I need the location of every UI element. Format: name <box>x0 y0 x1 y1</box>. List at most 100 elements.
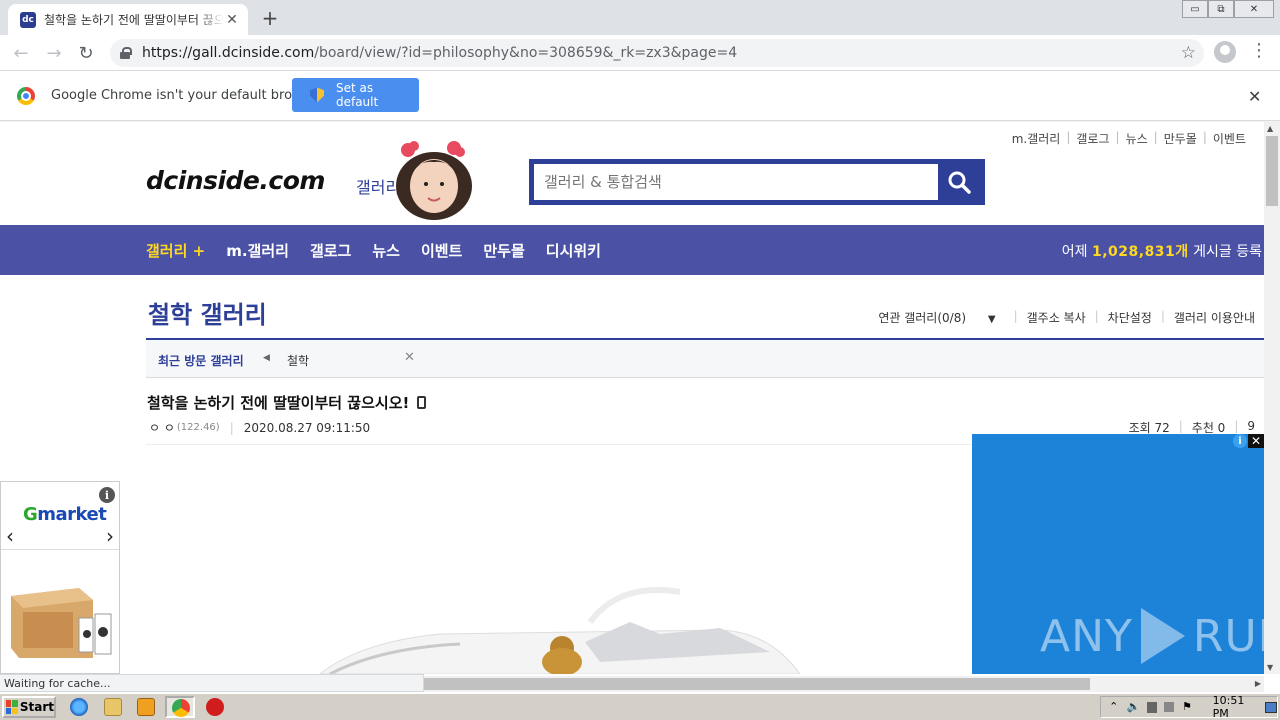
reload-button[interactable]: ↻ <box>73 40 99 66</box>
start-label: Start <box>19 700 54 714</box>
gnb-news[interactable]: 뉴스 <box>372 240 400 261</box>
scroll-down-icon[interactable]: ▼ <box>1267 663 1273 672</box>
block-settings[interactable]: 차단설정 <box>1099 309 1161 326</box>
set-as-default-button[interactable]: Set as default <box>292 78 419 112</box>
scroll-right-icon[interactable]: ▶ <box>1255 679 1261 688</box>
chrome-taskbar-icon <box>172 699 190 717</box>
post-title: 철학을 논하기 전에 딸딸이부터 끊으시오! <box>147 392 427 413</box>
file-explorer-icon[interactable] <box>104 698 122 716</box>
volume-icon[interactable]: 🔈 <box>1127 701 1141 713</box>
search-icon <box>948 171 971 194</box>
system-tray: ⌃ 🔈 ⚑ 10:51 PM <box>1100 694 1278 720</box>
network-icon[interactable] <box>1147 701 1158 713</box>
search-button[interactable] <box>938 164 980 200</box>
lock-icon[interactable] <box>120 47 132 59</box>
vertical-scroll-thumb[interactable] <box>1266 136 1278 206</box>
minimize-button[interactable]: ▭ <box>1182 0 1208 18</box>
recent-remove-icon[interactable]: ✕ <box>404 350 415 365</box>
infobar-close-icon[interactable]: ✕ <box>1248 87 1261 106</box>
yesterday-post-count: 어제 1,028,831개 게시글 등록 <box>1061 244 1262 260</box>
set-as-default-label: Set as default <box>335 81 379 109</box>
top-link-news[interactable]: 뉴스 <box>1120 130 1154 147</box>
tab-strip: dc 철학을 논하기 전에 딸딸이부터 끊으시오! - 철학 갤러리 ✕ + ▭… <box>0 0 1280 35</box>
ad-info-icon[interactable]: i <box>99 487 115 503</box>
tab-close-icon[interactable]: ✕ <box>224 12 240 28</box>
gnb-mall[interactable]: 만두몰 <box>483 240 524 261</box>
tab-title: 철학을 논하기 전에 딸딸이부터 끊으시오! - 철학 갤러리 <box>44 13 224 27</box>
recent-galleries: 최근 방문 갤러리 ◀ 철학 ✕ <box>146 340 1264 378</box>
internet-explorer-icon[interactable] <box>70 698 88 716</box>
top-link-gallog[interactable]: 갤로그 <box>1070 130 1115 147</box>
related-gallery-dropdown[interactable]: 연관 갤러리(0/8) ▼ <box>860 309 1013 326</box>
stop-icon[interactable] <box>206 698 224 716</box>
global-nav: 갤러리 + m.갤러리 갤로그 뉴스 이벤트 만두몰 디시위키 어제 1,028… <box>0 225 1264 275</box>
top-link-mgallery[interactable]: m.갤러리 <box>1006 130 1067 147</box>
url-text[interactable]: https://gall.dcinside.com/board/view/?id… <box>142 45 737 61</box>
chrome-logo-icon <box>17 87 35 105</box>
post-date: 2020.08.27 09:11:50 <box>243 420 371 435</box>
media-player-icon[interactable] <box>137 698 155 716</box>
search-input[interactable] <box>534 164 938 200</box>
uac-shield-icon <box>310 87 324 103</box>
restore-button[interactable]: ⧉ <box>1208 0 1234 18</box>
post-body-image <box>319 587 801 674</box>
site-logo[interactable]: dcinside.com <box>146 166 325 195</box>
address-bar[interactable]: https://gall.dcinside.com/board/view/?id… <box>110 39 1204 67</box>
chrome-menu-icon[interactable]: ⋮ <box>1250 40 1268 62</box>
status-bubble: Waiting for cache... <box>0 674 424 692</box>
anyrun-watermark: ANYRUN <box>1040 608 1280 664</box>
gallery-title[interactable]: 철학 갤러리 <box>148 295 267 330</box>
tab-active[interactable]: dc 철학을 논하기 전에 딸딸이부터 끊으시오! - 철학 갤러리 ✕ <box>8 4 248 35</box>
ad-prev-icon[interactable]: ‹ <box>6 524 14 548</box>
browser-toolbar: ← → ↻ https://gall.dcinside.com/board/vi… <box>0 35 1280 71</box>
new-tab-button[interactable]: + <box>258 6 282 30</box>
bookmark-star-icon[interactable]: ☆ <box>1181 43 1196 63</box>
horizontal-scrollbar[interactable]: ▶ <box>424 676 1264 692</box>
recent-gallery-item[interactable]: 철학 <box>287 352 309 369</box>
play-icon <box>1140 608 1185 664</box>
mobile-post-icon <box>417 396 427 409</box>
tray-expand-icon[interactable]: ⌃ <box>1108 701 1120 713</box>
ad-choices-icon[interactable]: i <box>1233 434 1247 448</box>
top-links: m.갤러리 | 갤로그 | 뉴스 | 만두몰 | 이벤트 <box>1006 130 1252 147</box>
recent-prev-icon[interactable]: ◀ <box>263 353 270 363</box>
scroll-up-icon[interactable]: ▲ <box>1267 124 1273 133</box>
taskbar-chrome-button[interactable] <box>165 696 195 718</box>
gnb-gallog[interactable]: 갤로그 <box>310 240 351 261</box>
post-meta: ㅇ ㅇ (122.46) | 2020.08.27 09:11:50 <box>149 419 371 436</box>
gnb-mgallery[interactable]: m.갤러리 <box>226 240 289 261</box>
ad-next-icon[interactable]: › <box>106 524 114 548</box>
taskbar-clock[interactable]: 10:51 PM <box>1213 694 1255 720</box>
post-author-ip: (122.46) <box>176 422 220 433</box>
copy-gallery-url[interactable]: 갤주소 복사 <box>1018 309 1095 326</box>
profile-avatar-icon[interactable] <box>1214 41 1236 63</box>
top-link-event[interactable]: 이벤트 <box>1207 130 1252 147</box>
device-icon[interactable] <box>1164 702 1175 712</box>
ad-close-icon[interactable]: ✕ <box>1248 434 1264 448</box>
dcinside-favicon-icon: dc <box>20 11 36 28</box>
post-author[interactable]: ㅇ ㅇ <box>149 419 175 436</box>
gallery-guide[interactable]: 갤러리 이용안내 <box>1165 309 1264 326</box>
vertical-scrollbar[interactable]: ▲ ▼ <box>1264 122 1280 674</box>
default-browser-infobar: Google Chrome isn't your default browser… <box>0 71 1280 121</box>
gnb-gallery[interactable]: 갤러리 + <box>146 240 205 261</box>
gnb-event[interactable]: 이벤트 <box>421 240 462 261</box>
search-box <box>529 159 985 205</box>
infobar-message: Google Chrome isn't your default browser <box>51 88 323 103</box>
back-button[interactable]: ← <box>8 40 34 66</box>
gnb-wiki[interactable]: 디시위키 <box>546 240 601 261</box>
start-button[interactable]: Start <box>2 696 56 718</box>
forward-button[interactable]: → <box>41 40 67 66</box>
show-desktop-icon[interactable] <box>1265 701 1277 713</box>
gmarket-ad[interactable]: i Gmarket ‹ › <box>0 481 120 674</box>
dropdown-arrow-icon: ▼ <box>987 314 996 325</box>
windows-flag-icon <box>6 700 18 714</box>
recent-galleries-label: 최근 방문 갤러리 <box>158 354 244 368</box>
action-center-flag-icon[interactable]: ⚑ <box>1181 701 1193 713</box>
ad-product-image <box>11 588 112 658</box>
horizontal-scroll-thumb[interactable] <box>424 678 1090 690</box>
gmarket-logo: Gmarket <box>23 504 107 525</box>
windows-taskbar: Start ⌃ 🔈 ⚑ 10:51 PM <box>0 693 1280 720</box>
window-close-button[interactable]: ✕ <box>1234 0 1274 18</box>
top-link-mall[interactable]: 만두몰 <box>1158 130 1203 147</box>
